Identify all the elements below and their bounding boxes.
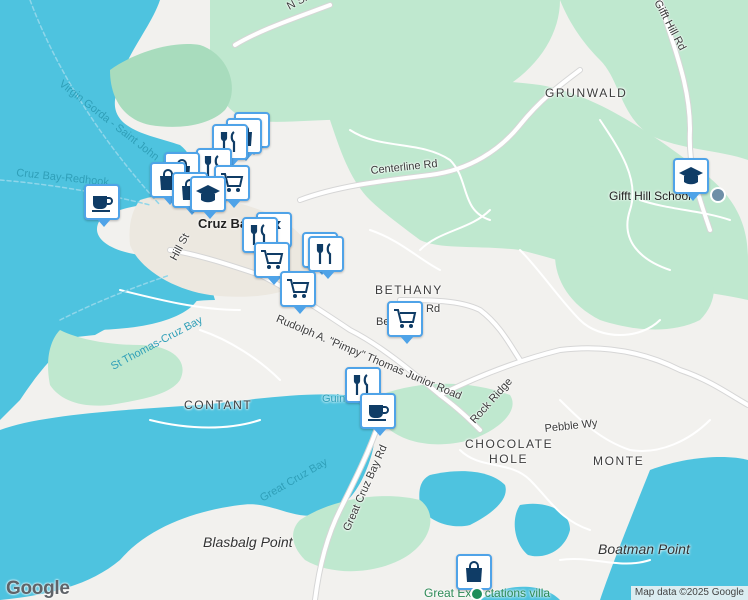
- school-marker[interactable]: [673, 158, 709, 201]
- area-label-monte: MONTE: [593, 454, 645, 468]
- restaurant-icon: [316, 243, 332, 264]
- school-icon: [679, 167, 703, 185]
- grocery-marker[interactable]: [280, 271, 316, 314]
- point-label-blasbalg: Blasbalg Point: [203, 534, 293, 550]
- restaurant-marker[interactable]: [308, 236, 344, 279]
- school-icon: [196, 185, 220, 203]
- area-label-chocolate: CHOCOLATE: [465, 437, 554, 451]
- area-label-bethany: BETHANY: [375, 283, 443, 297]
- shopping-bag-icon: [466, 561, 482, 582]
- grocery-cart-icon: [394, 309, 417, 328]
- grocery-cart-icon: [261, 250, 284, 269]
- grocery-marker[interactable]: [387, 301, 423, 344]
- area-label-hole: HOLE: [489, 452, 529, 466]
- villa-poi-icon[interactable]: [470, 587, 484, 600]
- place-label-guin[interactable]: Guin: [322, 393, 345, 405]
- map-canvas[interactable]: GRUNWALD BETHANY CONTANT CHOCOLATE HOLE …: [0, 0, 748, 600]
- area-label-grunwald: GRUNWALD: [545, 86, 628, 100]
- road-label-bethany-rd-b: Rd: [426, 303, 441, 315]
- cafe-icon: [92, 196, 113, 212]
- map-base-layer: [0, 0, 748, 600]
- cafe-marker[interactable]: [360, 393, 396, 436]
- area-label-contant: CONTANT: [184, 398, 253, 412]
- grocery-cart-icon: [287, 279, 310, 298]
- cafe-icon: [368, 405, 389, 421]
- google-logo[interactable]: Google: [6, 578, 70, 600]
- shopping-marker[interactable]: [456, 554, 492, 597]
- map-attribution[interactable]: Map data ©2025 Google: [630, 586, 748, 600]
- point-label-boatman: Boatman Point: [598, 541, 690, 557]
- school-poi-icon[interactable]: [710, 187, 726, 203]
- school-marker[interactable]: [190, 176, 226, 219]
- cafe-marker[interactable]: [84, 184, 120, 227]
